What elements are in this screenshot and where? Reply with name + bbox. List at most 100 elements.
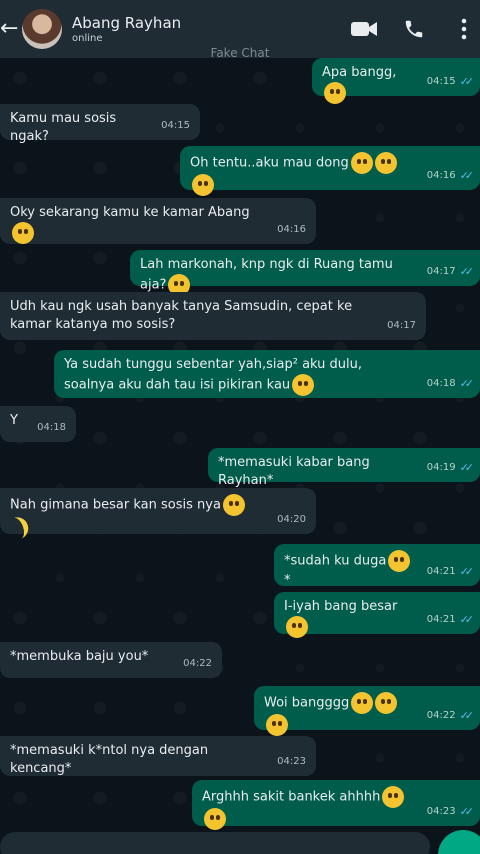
message-text-content: *sudah ku duga [284, 553, 387, 569]
message-meta: 04:18 ✓✓ [426, 375, 475, 393]
contact-name: Abang Rayhan [72, 14, 182, 32]
message-text-content: Arghhh sakit bankek ahhhh [202, 789, 381, 805]
message-meta: 04:21 ✓✓ [426, 563, 475, 581]
message-meta: 04:16 [277, 221, 306, 239]
message-meta: 04:15 [161, 117, 190, 135]
outgoing-message[interactable]: Ya sudah tunggu sebentar yah,siap² aku d… [54, 350, 480, 398]
read-receipt-icon: ✓✓ [459, 377, 475, 390]
message-time: 04:23 [426, 806, 456, 817]
outgoing-message[interactable]: *memasuki kabar bang Rayhan* 04:19 ✓✓ [208, 448, 480, 488]
outgoing-message[interactable]: *sudah ku duga * 04:21 ✓✓ [274, 544, 480, 588]
incoming-message[interactable]: *membuka baju you* 04:22 [0, 642, 222, 678]
message-time: 04:22 [183, 658, 212, 669]
incoming-message[interactable]: Udh kau ngk usah banyak tanya Samsudin, … [0, 292, 426, 340]
message-meta: 04:22 ✓✓ [426, 707, 474, 725]
read-receipt-icon: ✓✓ [459, 265, 475, 278]
message-meta: 04:20 [277, 511, 306, 529]
anxious-emoji-icon [382, 786, 405, 808]
contact-avatar[interactable] [22, 9, 62, 49]
outgoing-message[interactable]: Apa bangg, 04:15 ✓✓ [312, 58, 480, 104]
crying-emoji-icon [375, 692, 398, 714]
message-text: Nah gimana besar kan sosis nya [10, 494, 306, 540]
smile-emoji-icon [192, 174, 214, 196]
message-time: 04:22 [426, 710, 456, 721]
message-time: 04:15 [426, 76, 456, 87]
message-text: Lah markonah, knp ngk di Ruang tamu aja? [140, 256, 470, 296]
crying-emoji-icon [351, 692, 374, 714]
message-input[interactable] [0, 832, 430, 854]
contact-info[interactable]: Abang Rayhan online [72, 14, 181, 44]
crying-emoji-icon [286, 616, 308, 638]
smile-emoji-icon [350, 152, 373, 174]
read-receipt-icon: ✓✓ [459, 613, 475, 626]
message-time: 04:19 [426, 462, 456, 473]
message-text-content: Y [10, 413, 18, 428]
incoming-message[interactable]: *memasuki k*ntol nya dengan kencang* 04:2… [0, 736, 316, 776]
message-text-content: Ya sudah tunggu sebentar yah,siap² aku d… [64, 357, 363, 393]
smile-emoji-icon [222, 494, 245, 516]
read-receipt-icon: ✓✓ [459, 461, 475, 474]
message-text-content: *memasuki k*ntol nya dengan kencang* [10, 743, 209, 776]
contact-status: online [72, 33, 103, 44]
incoming-message[interactable]: Y 04:18 [0, 406, 76, 442]
grin-emoji-icon [12, 222, 34, 244]
message-time: 04:18 [426, 378, 456, 389]
message-suffix: * [284, 573, 291, 588]
incoming-message[interactable]: Nah gimana besar kan sosis nya 04:20 [0, 488, 316, 540]
more-options-icon[interactable] [448, 13, 480, 45]
message-meta: 04:18 [37, 419, 66, 437]
message-meta: 04:16 ✓✓ [426, 167, 475, 185]
message-text-content: Udh kau ngk usah banyak tanya Samsudin, … [10, 299, 353, 332]
outgoing-message[interactable]: I-iyah bang besar 04:21 ✓✓ [274, 592, 480, 638]
message-meta: 04:15 ✓✓ [426, 73, 475, 91]
crying-emoji-icon [204, 808, 226, 830]
message-text-content: *membuka baju you* [10, 649, 149, 664]
message-time: 04:16 [426, 170, 456, 181]
anxious-emoji-icon [388, 550, 411, 572]
message-text: Udh kau ngk usah banyak tanya Samsudin, … [10, 298, 416, 334]
message-time: 04:16 [277, 224, 306, 235]
message-text: *membuka baju you* [10, 648, 212, 666]
message-text-content: Apa bangg, [322, 65, 397, 80]
message-text: Ya sudah tunggu sebentar yah,siap² aku d… [64, 356, 470, 396]
read-receipt-icon: ✓✓ [459, 75, 475, 88]
message-text: *memasuki k*ntol nya dengan kencang* [10, 742, 306, 778]
incoming-message[interactable]: Oky sekarang kamu ke kamar Abang 04:16 [0, 198, 316, 244]
message-meta: 04:23 [277, 753, 306, 771]
message-meta: 04:17 [387, 317, 416, 335]
outgoing-message[interactable]: Arghhh sakit bankek ahhhh 04:23 ✓✓ [192, 780, 480, 830]
message-time: 04:21 [426, 566, 456, 577]
read-receipt-icon: ✓✓ [459, 805, 475, 818]
crying-emoji-icon [266, 714, 288, 736]
confused-emoji-icon [292, 374, 315, 396]
read-receipt-icon: ✓✓ [459, 565, 475, 578]
message-text: Oky sekarang kamu ke kamar Abang [10, 204, 306, 244]
banana-emoji-icon [10, 514, 32, 540]
message-time: 04:17 [387, 320, 416, 331]
message-text-content: Oh tentu..aku mau dong [190, 155, 349, 171]
message-text-content: I-iyah bang besar [284, 599, 398, 614]
smile-emoji-icon [374, 152, 397, 174]
message-meta: 04:23 ✓✓ [426, 803, 475, 821]
message-meta: 04:17 ✓✓ [426, 263, 475, 281]
message-time: 04:20 [277, 514, 306, 525]
message-time: 04:17 [426, 266, 456, 277]
watermark: Fake Chat [210, 46, 270, 60]
video-call-icon[interactable] [348, 13, 380, 45]
phone-call-icon[interactable] [398, 13, 430, 45]
message-text-content: *memasuki kabar bang Rayhan* [218, 455, 370, 488]
message-time: 04:18 [37, 422, 66, 433]
message-text-content: Nah gimana besar kan sosis nya [10, 497, 221, 513]
message-meta: 04:22 [183, 655, 212, 673]
message-text-content: Woi bangggg [264, 695, 350, 711]
incoming-message[interactable]: Kamu mau sosis ngak? 04:15 [0, 104, 200, 144]
message-meta: 04:19 ✓✓ [426, 459, 475, 477]
rolling-eyes-emoji-icon [324, 82, 346, 104]
message-meta: 04:21 ✓✓ [427, 611, 475, 629]
message-text-content: Oky sekarang kamu ke kamar Abang [10, 205, 250, 220]
outgoing-message[interactable]: Lah markonah, knp ngk di Ruang tamu aja?… [130, 250, 480, 296]
outgoing-message[interactable]: Oh tentu..aku mau dong 04:16 ✓✓ [180, 146, 480, 196]
read-receipt-icon: ✓✓ [459, 169, 475, 182]
outgoing-message[interactable]: Woi bangggg 04:22 ✓✓ [254, 686, 480, 736]
message-text-content: Kamu mau sosis ngak? [10, 111, 117, 144]
